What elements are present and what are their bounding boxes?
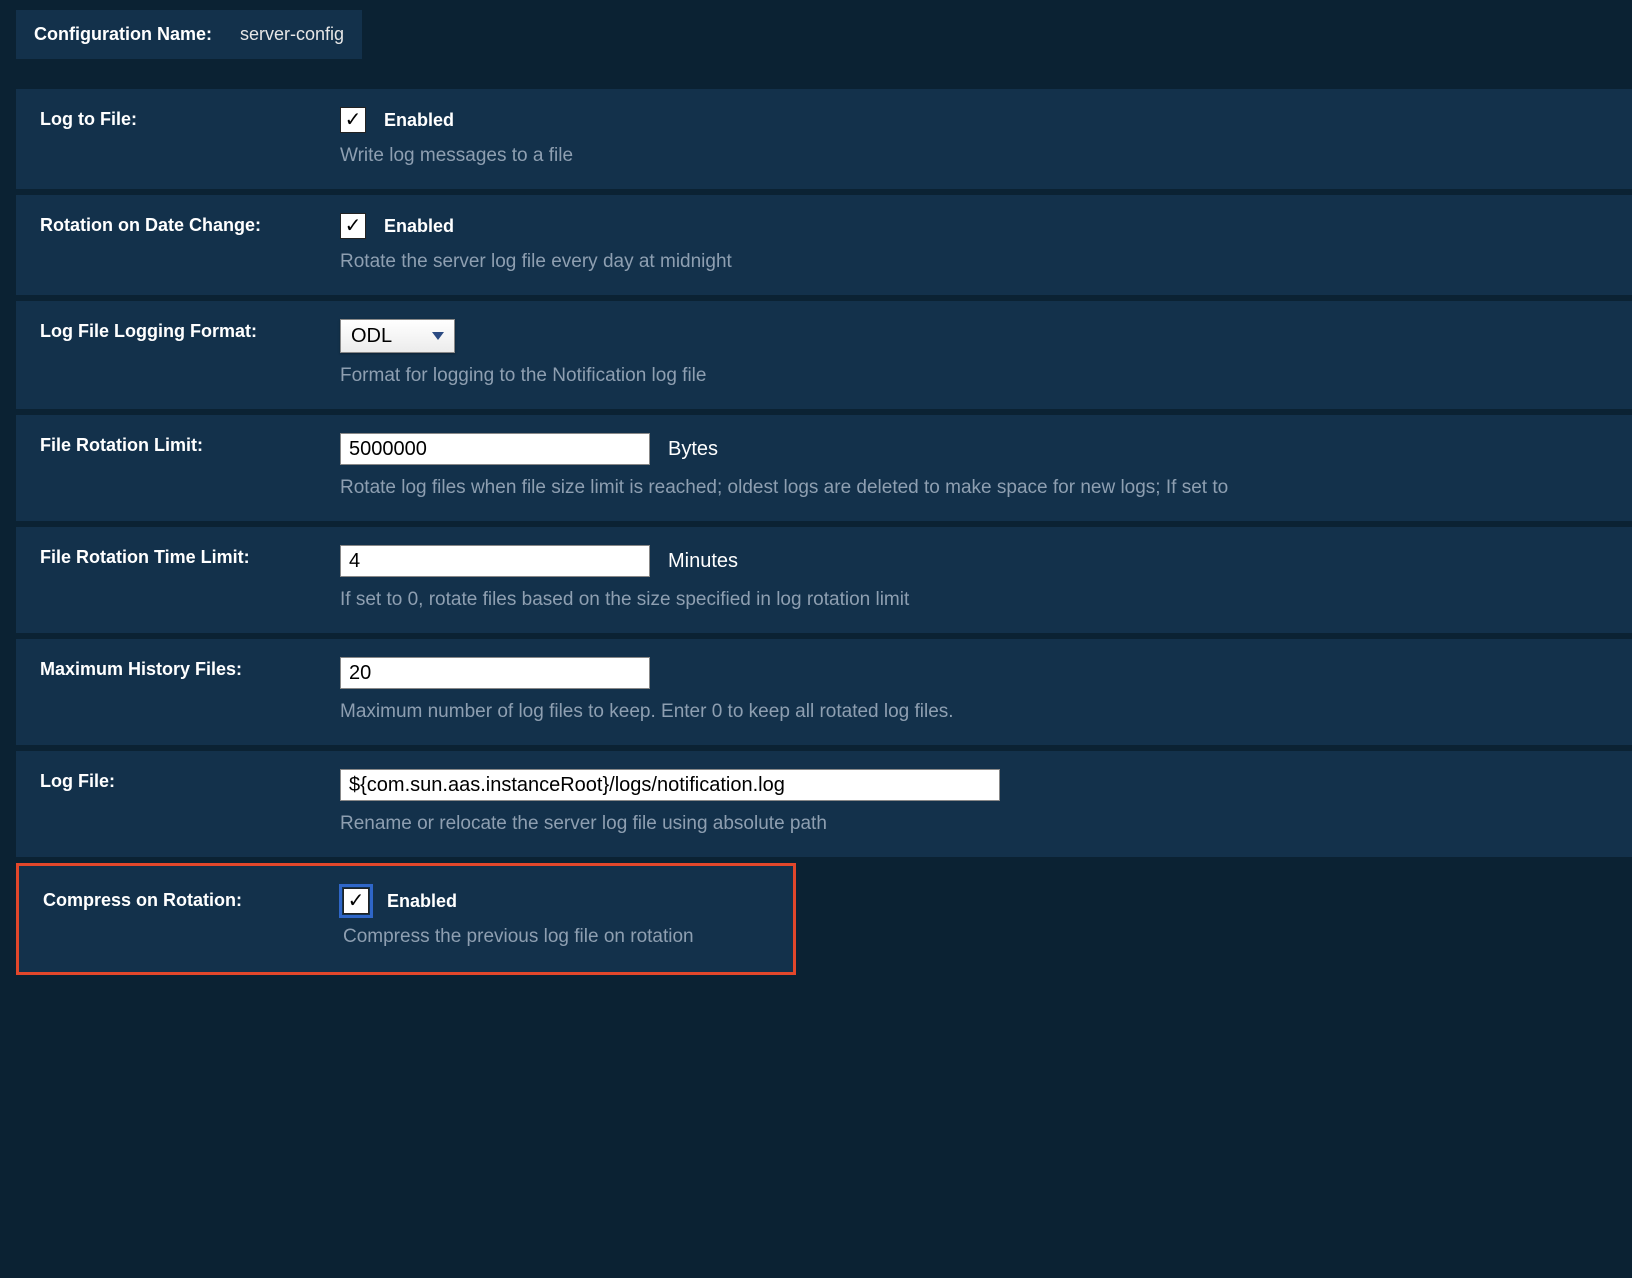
desc-rotation-limit: Rotate log files when file size limit is… xyxy=(340,477,1608,499)
input-rotation-limit[interactable] xyxy=(340,433,650,465)
label-rotation-time: File Rotation Time Limit: xyxy=(40,545,340,568)
desc-rotation-time: If set to 0, rotate files based on the s… xyxy=(340,589,1608,611)
select-log-format[interactable]: ODL xyxy=(340,319,455,353)
label-log-to-file: Log to File: xyxy=(40,107,340,130)
label-log-file: Log File: xyxy=(40,769,340,792)
input-log-file[interactable] xyxy=(340,769,1000,801)
select-log-format-value: ODL xyxy=(351,325,392,348)
row-rotation-limit: File Rotation Limit: Bytes Rotate log fi… xyxy=(16,415,1632,521)
row-rotation-time: File Rotation Time Limit: Minutes If set… xyxy=(16,527,1632,633)
configuration-name-value: server-config xyxy=(240,24,344,45)
desc-max-history: Maximum number of log files to keep. Ent… xyxy=(340,701,1608,723)
row-max-history: Maximum History Files: Maximum number of… xyxy=(16,639,1632,745)
desc-log-file: Rename or relocate the server log file u… xyxy=(340,813,1608,835)
desc-log-format: Format for logging to the Notification l… xyxy=(340,365,1608,387)
label-max-history: Maximum History Files: xyxy=(40,657,340,680)
row-log-to-file: Log to File: ✓ Enabled Write log message… xyxy=(16,89,1632,189)
row-compress: Compress on Rotation: ✓ Enabled Compress… xyxy=(19,866,793,972)
label-rotation-date: Rotation on Date Change: xyxy=(40,213,340,236)
label-compress: Compress on Rotation: xyxy=(43,888,343,911)
row-log-format: Log File Logging Format: ODL Format for … xyxy=(16,301,1632,409)
label-log-format: Log File Logging Format: xyxy=(40,319,340,342)
unit-rotation-limit: Bytes xyxy=(668,438,718,461)
checkbox-compress[interactable]: ✓ xyxy=(343,888,369,914)
row-rotation-date: Rotation on Date Change: ✓ Enabled Rotat… xyxy=(16,195,1632,295)
desc-compress: Compress the previous log file on rotati… xyxy=(343,926,769,948)
desc-rotation-date: Rotate the server log file every day at … xyxy=(340,251,1608,273)
input-max-history[interactable] xyxy=(340,657,650,689)
checkbox-rotation-date[interactable]: ✓ xyxy=(340,213,366,239)
checkbox-log-to-file[interactable]: ✓ xyxy=(340,107,366,133)
highlight-compress: Compress on Rotation: ✓ Enabled Compress… xyxy=(16,863,796,975)
configuration-name-row: Configuration Name: server-config xyxy=(16,10,362,59)
chevron-down-icon xyxy=(432,332,444,340)
row-log-file: Log File: Rename or relocate the server … xyxy=(16,751,1632,857)
checkbox-label-compress: Enabled xyxy=(387,891,457,912)
label-rotation-limit: File Rotation Limit: xyxy=(40,433,340,456)
checkbox-label-rotation-date: Enabled xyxy=(384,216,454,237)
configuration-name-label: Configuration Name: xyxy=(34,24,212,45)
desc-log-to-file: Write log messages to a file xyxy=(340,145,1608,167)
input-rotation-time[interactable] xyxy=(340,545,650,577)
checkbox-label-log-to-file: Enabled xyxy=(384,110,454,131)
unit-rotation-time: Minutes xyxy=(668,550,738,573)
